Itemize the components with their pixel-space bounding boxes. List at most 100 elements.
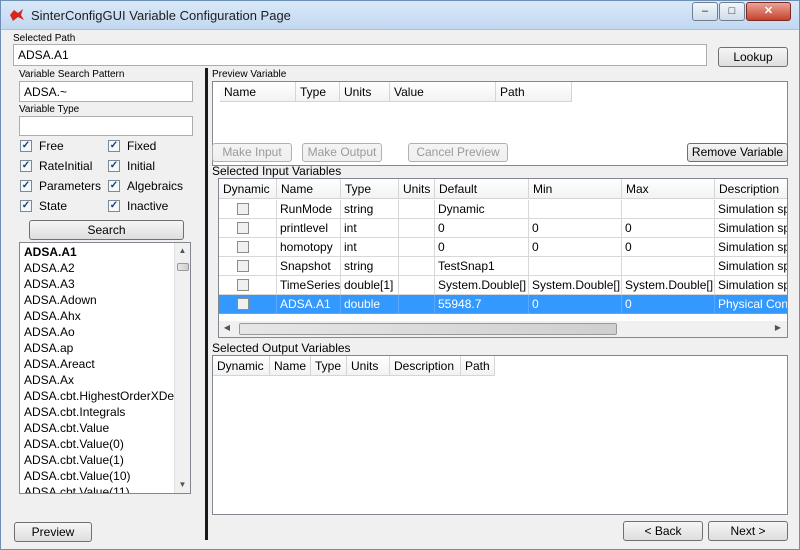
column-header[interactable]: Type xyxy=(296,82,340,102)
list-item[interactable]: ADSA.cbt.Value(0) xyxy=(24,437,124,453)
column-header[interactable]: Type xyxy=(341,179,399,199)
column-header[interactable]: Type xyxy=(311,356,347,376)
filter-rateinitial-checkbox[interactable]: ✓ xyxy=(20,160,32,172)
list-item[interactable]: ADSA.A3 xyxy=(24,277,75,293)
column-header[interactable]: Name xyxy=(270,356,311,376)
dynamic-checkbox[interactable] xyxy=(237,222,249,234)
output-variables-grid[interactable]: Dynamic Name Type Units Description Path xyxy=(212,355,788,515)
scroll-left-icon[interactable]: ◀ xyxy=(222,323,232,332)
filter-algebraics-checkbox[interactable]: ✓ xyxy=(108,180,120,192)
input-grid-hscrollbar[interactable]: ◀ ▶ xyxy=(219,321,787,337)
dynamic-checkbox[interactable] xyxy=(237,203,249,215)
search-button[interactable]: Search xyxy=(29,220,184,240)
table-cell[interactable] xyxy=(529,200,622,219)
input-variables-grid[interactable]: Dynamic Name Type Units Default Min Max … xyxy=(218,178,788,338)
scroll-thumb[interactable] xyxy=(177,263,189,271)
list-item[interactable]: ADSA.cbt.Value(1) xyxy=(24,453,124,469)
dynamic-cell[interactable] xyxy=(219,238,277,257)
dynamic-checkbox[interactable] xyxy=(237,279,249,291)
column-header[interactable]: Description xyxy=(715,179,787,199)
dynamic-cell[interactable] xyxy=(219,257,277,276)
table-cell[interactable]: 0 xyxy=(435,219,529,238)
minimize-button[interactable]: – xyxy=(692,2,718,21)
back-button[interactable]: < Back xyxy=(623,521,703,541)
filter-free-checkbox[interactable]: ✓ xyxy=(20,140,32,152)
table-cell[interactable]: 0 xyxy=(622,219,715,238)
table-cell[interactable] xyxy=(529,257,622,276)
table-cell[interactable]: 0 xyxy=(529,219,622,238)
list-item[interactable]: ADSA.cbt.Integrals xyxy=(24,405,125,421)
column-header[interactable]: Name xyxy=(277,179,341,199)
dynamic-cell[interactable] xyxy=(219,200,277,219)
list-item[interactable]: ADSA.ap xyxy=(24,341,73,357)
table-cell[interactable]: 55948.7 xyxy=(435,295,529,314)
column-header[interactable]: Max xyxy=(622,179,715,199)
close-button[interactable]: ✕ xyxy=(746,2,791,21)
column-header[interactable]: Description xyxy=(390,356,461,376)
column-header[interactable]: Path xyxy=(496,82,572,102)
list-item[interactable]: ADSA.Ax xyxy=(24,373,74,389)
filter-inactive-checkbox[interactable]: ✓ xyxy=(108,200,120,212)
scroll-right-icon[interactable]: ▶ xyxy=(773,323,783,332)
column-header[interactable]: Dynamic xyxy=(219,179,277,199)
filter-parameters-checkbox[interactable]: ✓ xyxy=(20,180,32,192)
search-pattern-input[interactable]: ADSA.~ xyxy=(19,81,193,102)
make-input-button[interactable]: Make Input xyxy=(212,143,292,162)
table-cell[interactable]: Dynamic xyxy=(435,200,529,219)
table-cell[interactable]: 0 xyxy=(529,295,622,314)
list-item[interactable]: ADSA.Adown xyxy=(24,293,97,309)
variable-listbox[interactable]: ADSA.A1 ADSA.A2 ADSA.A3 ADSA.Adown ADSA.… xyxy=(19,242,191,494)
make-output-button[interactable]: Make Output xyxy=(302,143,382,162)
table-cell[interactable]: 0 xyxy=(622,295,715,314)
column-header[interactable]: Units xyxy=(347,356,390,376)
column-header[interactable]: Dynamic xyxy=(213,356,270,376)
variable-list-scrollbar[interactable]: ▲ ▼ xyxy=(174,243,190,493)
preview-button[interactable]: Preview xyxy=(14,522,92,542)
column-header[interactable]: Name xyxy=(220,82,296,102)
list-item[interactable]: ADSA.cbt.Value(11) xyxy=(24,485,130,493)
table-cell[interactable]: System.Double[] xyxy=(529,276,622,295)
list-item[interactable]: ADSA.Ahx xyxy=(24,309,81,325)
column-header[interactable]: Min xyxy=(529,179,622,199)
filter-initial-checkbox[interactable]: ✓ xyxy=(108,160,120,172)
column-header[interactable]: Path xyxy=(461,356,495,376)
dynamic-checkbox[interactable] xyxy=(237,241,249,253)
column-header[interactable]: Units xyxy=(399,179,435,199)
scroll-thumb[interactable] xyxy=(239,323,617,335)
column-header[interactable]: Value xyxy=(390,82,496,102)
remove-variable-button[interactable]: Remove Variable xyxy=(687,143,788,162)
dynamic-cell[interactable] xyxy=(219,295,277,314)
column-header[interactable]: Default xyxy=(435,179,529,199)
table-cell[interactable] xyxy=(622,257,715,276)
list-item[interactable]: ADSA.Ao xyxy=(24,325,75,341)
filter-fixed-checkbox[interactable]: ✓ xyxy=(108,140,120,152)
table-cell[interactable]: TestSnap1 xyxy=(435,257,529,276)
table-cell[interactable]: 0 xyxy=(435,238,529,257)
list-item[interactable]: ADSA.cbt.HighestOrderXDer xyxy=(24,389,178,405)
panel-splitter[interactable] xyxy=(205,68,208,540)
dynamic-cell[interactable] xyxy=(219,276,277,295)
list-item[interactable]: ADSA.A1 xyxy=(24,245,77,261)
variable-type-input[interactable] xyxy=(19,116,193,136)
dynamic-checkbox[interactable] xyxy=(237,298,249,310)
next-button[interactable]: Next > xyxy=(708,521,788,541)
list-item[interactable]: ADSA.A2 xyxy=(24,261,75,277)
list-item[interactable]: ADSA.cbt.Value(10) xyxy=(24,469,131,485)
table-cell[interactable]: System.Double[] xyxy=(622,276,715,295)
table-cell[interactable]: 0 xyxy=(622,238,715,257)
lookup-button[interactable]: Lookup xyxy=(718,47,788,67)
selected-path-field[interactable]: ADSA.A1 xyxy=(13,44,707,66)
scroll-down-icon[interactable]: ▼ xyxy=(175,480,190,489)
dynamic-cell[interactable] xyxy=(219,219,277,238)
cancel-preview-button[interactable]: Cancel Preview xyxy=(408,143,508,162)
maximize-button[interactable]: □ xyxy=(719,2,745,21)
scroll-up-icon[interactable]: ▲ xyxy=(175,246,190,255)
list-item[interactable]: ADSA.Areact xyxy=(24,357,95,373)
list-item[interactable]: ADSA.cbt.Value xyxy=(24,421,109,437)
dynamic-checkbox[interactable] xyxy=(237,260,249,272)
table-cell[interactable] xyxy=(622,200,715,219)
table-cell[interactable]: System.Double[] xyxy=(435,276,529,295)
column-header[interactable]: Units xyxy=(340,82,390,102)
table-cell[interactable]: 0 xyxy=(529,238,622,257)
filter-state-checkbox[interactable]: ✓ xyxy=(20,200,32,212)
